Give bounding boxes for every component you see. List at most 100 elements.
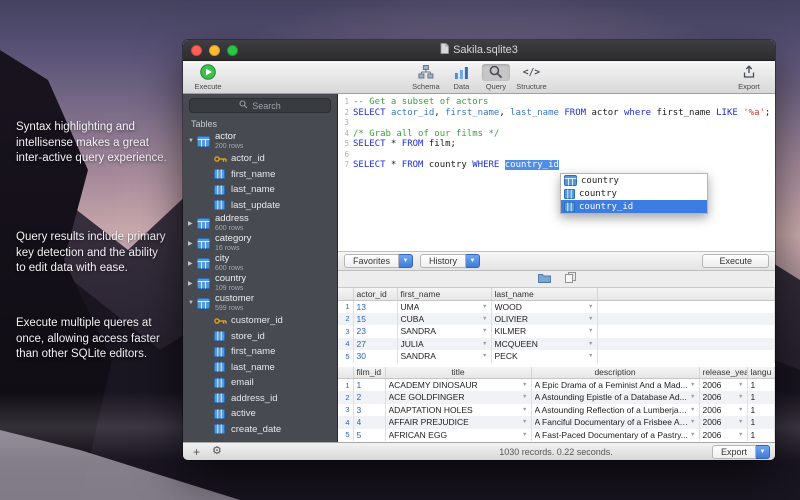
sidebar-column-last_name[interactable]: last_name <box>183 182 337 198</box>
cell-dropdown-icon[interactable]: ▼ <box>738 432 743 438</box>
cell-dropdown-icon[interactable]: ▼ <box>482 353 487 359</box>
sidebar-column-actor_id[interactable]: actor_id <box>183 151 337 167</box>
cell-dropdown-icon[interactable]: ▼ <box>738 394 743 400</box>
history-button[interactable]: History ▼ <box>420 254 480 268</box>
result-cell[interactable]: A Astounding Epistle of a Database Ad...… <box>531 391 699 404</box>
result-cell[interactable]: JULIA▼ <box>397 338 491 351</box>
result-cell[interactable]: OLIVIER▼ <box>491 313 597 326</box>
result-cell[interactable]: CUBA▼ <box>397 313 491 326</box>
result-cell[interactable]: 1 <box>747 379 775 392</box>
cell-dropdown-icon[interactable]: ▼ <box>522 419 527 425</box>
close-window-button[interactable] <box>191 45 202 56</box>
result-cell[interactable]: 2006▼ <box>699 429 747 442</box>
sidebar-column-email[interactable]: email <box>183 375 337 391</box>
schema-tab[interactable]: Schema <box>411 64 441 91</box>
autocomplete-item-country[interactable]: country <box>561 187 707 200</box>
result-cell[interactable]: A Epic Drama of a Feminist And a Mad...▼ <box>531 379 699 392</box>
cell-dropdown-icon[interactable]: ▼ <box>690 382 695 388</box>
favorites-button[interactable]: Favorites ▼ <box>344 254 413 268</box>
cell-dropdown-icon[interactable]: ▼ <box>482 304 487 310</box>
result-cell[interactable]: KILMER▼ <box>491 325 597 338</box>
result-cell[interactable]: 27 <box>353 338 397 351</box>
cell-dropdown-icon[interactable]: ▼ <box>482 341 487 347</box>
column-header-last_name[interactable]: last_name <box>491 288 597 300</box>
gear-icon[interactable]: ⚙ <box>212 446 222 457</box>
favorites-dropdown-arrow[interactable]: ▼ <box>399 254 413 268</box>
disclosure-triangle-icon[interactable]: ▶ <box>188 240 197 247</box>
autocomplete-item-country_id[interactable]: country_id <box>561 200 707 213</box>
cell-dropdown-icon[interactable]: ▼ <box>690 419 695 425</box>
add-button[interactable]: + <box>193 446 200 458</box>
sidebar-table-customer[interactable]: ▼customer599 rows <box>183 293 337 313</box>
disclosure-triangle-icon[interactable]: ▶ <box>188 260 197 267</box>
sidebar-table-address[interactable]: ▶address600 rows <box>183 213 337 233</box>
query-tab[interactable]: Query <box>482 64 510 91</box>
result-cell[interactable]: 2006▼ <box>699 404 747 417</box>
result-cell[interactable]: UMA▼ <box>397 300 491 313</box>
sidebar-column-first_name[interactable]: first_name <box>183 167 337 183</box>
sidebar-table-city[interactable]: ▶city600 rows <box>183 253 337 273</box>
column-header-title[interactable]: title <box>385 367 531 379</box>
column-header-release_year[interactable]: release_year <box>699 367 747 379</box>
zoom-window-button[interactable] <box>227 45 238 56</box>
sidebar-table-country[interactable]: ▶country109 rows <box>183 273 337 293</box>
sidebar-column-address_id[interactable]: address_id <box>183 391 337 407</box>
cell-dropdown-icon[interactable]: ▼ <box>738 419 743 425</box>
result-cell[interactable]: AFFAIR PREJUDICE▼ <box>385 416 531 429</box>
execute-toolbar-button[interactable]: Execute <box>193 64 223 91</box>
cell-dropdown-icon[interactable]: ▼ <box>588 316 593 322</box>
cell-dropdown-icon[interactable]: ▼ <box>482 328 487 334</box>
result-cell[interactable]: 23 <box>353 325 397 338</box>
result-cell[interactable]: ADAPTATION HOLES▼ <box>385 404 531 417</box>
result-cell[interactable]: ACADEMY DINOSAUR▼ <box>385 379 531 392</box>
sidebar-table-actor[interactable]: ▼actor200 rows <box>183 131 337 151</box>
result-cell[interactable]: 2006▼ <box>699 379 747 392</box>
disclosure-triangle-icon[interactable]: ▼ <box>188 300 197 306</box>
column-header-langu[interactable]: langu <box>747 367 775 379</box>
autocomplete-item-country[interactable]: country <box>561 174 707 187</box>
result-cell[interactable]: 2006▼ <box>699 416 747 429</box>
sidebar-column-first_name[interactable]: first_name <box>183 344 337 360</box>
disclosure-triangle-icon[interactable]: ▶ <box>188 280 197 287</box>
export-results-icon[interactable] <box>538 270 551 288</box>
sidebar-column-customer_id[interactable]: customer_id <box>183 313 337 329</box>
export-results-button[interactable]: Export ▼ <box>712 445 770 459</box>
cell-dropdown-icon[interactable]: ▼ <box>690 394 695 400</box>
cell-dropdown-icon[interactable]: ▼ <box>522 394 527 400</box>
result-cell[interactable]: 15 <box>353 313 397 326</box>
cell-dropdown-icon[interactable]: ▼ <box>588 341 593 347</box>
sidebar-table-category[interactable]: ▶category16 rows <box>183 233 337 253</box>
cell-dropdown-icon[interactable]: ▼ <box>522 407 527 413</box>
sidebar-column-active[interactable]: active <box>183 406 337 422</box>
execute-query-button[interactable]: Execute <box>702 254 769 268</box>
result-cell[interactable]: PECK▼ <box>491 350 597 363</box>
cell-dropdown-icon[interactable]: ▼ <box>588 353 593 359</box>
result-cell[interactable]: MCQUEEN▼ <box>491 338 597 351</box>
cell-dropdown-icon[interactable]: ▼ <box>522 382 527 388</box>
cell-dropdown-icon[interactable]: ▼ <box>588 328 593 334</box>
disclosure-triangle-icon[interactable]: ▼ <box>188 138 197 144</box>
cell-dropdown-icon[interactable]: ▼ <box>738 407 743 413</box>
result-cell[interactable]: 1 <box>353 379 385 392</box>
result-cell[interactable]: AFRICAN EGG▼ <box>385 429 531 442</box>
sidebar-column-last_name[interactable]: last_name <box>183 360 337 376</box>
sidebar-column-last_update[interactable]: last_update <box>183 198 337 214</box>
search-input[interactable]: Search <box>189 98 331 113</box>
column-header-first_name[interactable]: first_name <box>397 288 491 300</box>
history-dropdown-arrow[interactable]: ▼ <box>466 254 480 268</box>
result-cell[interactable]: 1 <box>747 391 775 404</box>
result-cell[interactable]: 30 <box>353 350 397 363</box>
result-cell[interactable]: SANDRA▼ <box>397 325 491 338</box>
result-cell[interactable]: 1 <box>747 429 775 442</box>
structure-tab[interactable]: </> Structure <box>516 64 547 91</box>
column-header-film_id[interactable]: film_id <box>353 367 385 379</box>
result-cell[interactable]: A Fast-Paced Documentary of a Pastry...▼ <box>531 429 699 442</box>
result-cell[interactable]: WOOD▼ <box>491 300 597 313</box>
minimize-window-button[interactable] <box>209 45 220 56</box>
result-cell[interactable]: A Astounding Reflection of a Lumberjac..… <box>531 404 699 417</box>
result-cell[interactable]: 4 <box>353 416 385 429</box>
cell-dropdown-icon[interactable]: ▼ <box>738 382 743 388</box>
sidebar-column-store_id[interactable]: store_id <box>183 329 337 345</box>
result-cell[interactable]: SANDRA▼ <box>397 350 491 363</box>
result-cell[interactable]: ACE GOLDFINGER▼ <box>385 391 531 404</box>
